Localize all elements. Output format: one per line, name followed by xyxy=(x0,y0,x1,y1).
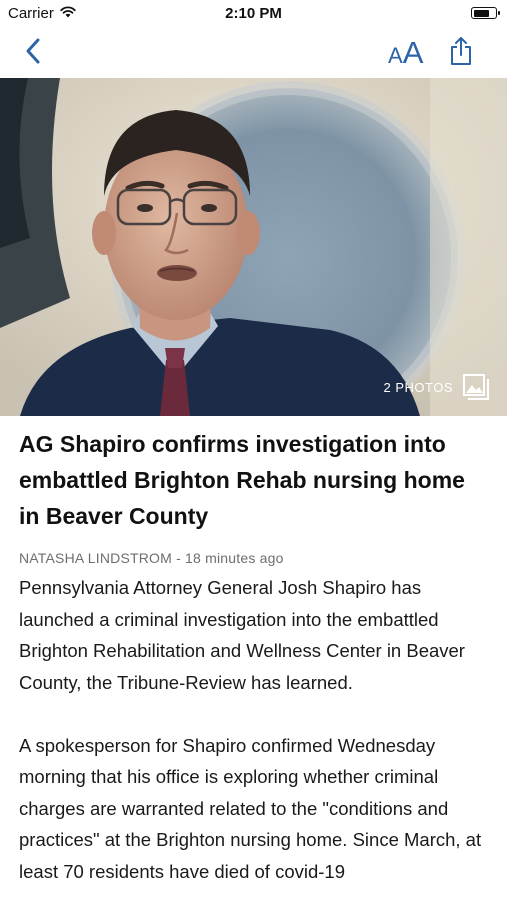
share-icon xyxy=(450,36,472,71)
photo-gallery-icon xyxy=(463,374,489,400)
status-time: 2:10 PM xyxy=(225,5,282,22)
text-size-small-label: A xyxy=(388,43,403,68)
article-content: AG Shapiro confirms investigation into e… xyxy=(19,416,491,900)
photo-count-label: 2 PHOTOS xyxy=(383,379,453,395)
photo-gallery-button[interactable]: 2 PHOTOS xyxy=(383,374,489,400)
article-screen: Carrier 2:10 PM A A 2 PHOTOS AG Shapiro … xyxy=(0,0,507,900)
chevron-left-icon xyxy=(25,37,41,70)
back-button[interactable] xyxy=(16,36,50,70)
battery-icon xyxy=(471,7,500,19)
status-bar: Carrier 2:10 PM xyxy=(0,0,507,28)
article-paragraph: Pennsylvania Attorney General Josh Shapi… xyxy=(19,577,465,693)
article-headline: AG Shapiro confirms investigation into e… xyxy=(19,431,465,529)
article-byline: NATASHA LINDSTROM - 18 minutes ago xyxy=(19,550,284,566)
battery-level xyxy=(473,9,489,17)
nav-bar: A A xyxy=(0,28,507,78)
article-body: Pennsylvania Attorney General Josh Shapi… xyxy=(19,572,491,887)
text-size-button[interactable]: A A xyxy=(388,34,434,72)
text-size-large-label: A xyxy=(402,35,424,70)
hero-illustration xyxy=(0,78,507,416)
share-button[interactable] xyxy=(447,36,475,70)
hero-photo[interactable]: 2 PHOTOS xyxy=(0,78,507,416)
article-paragraph: A spokesperson for Shapiro confirmed Wed… xyxy=(19,734,482,882)
